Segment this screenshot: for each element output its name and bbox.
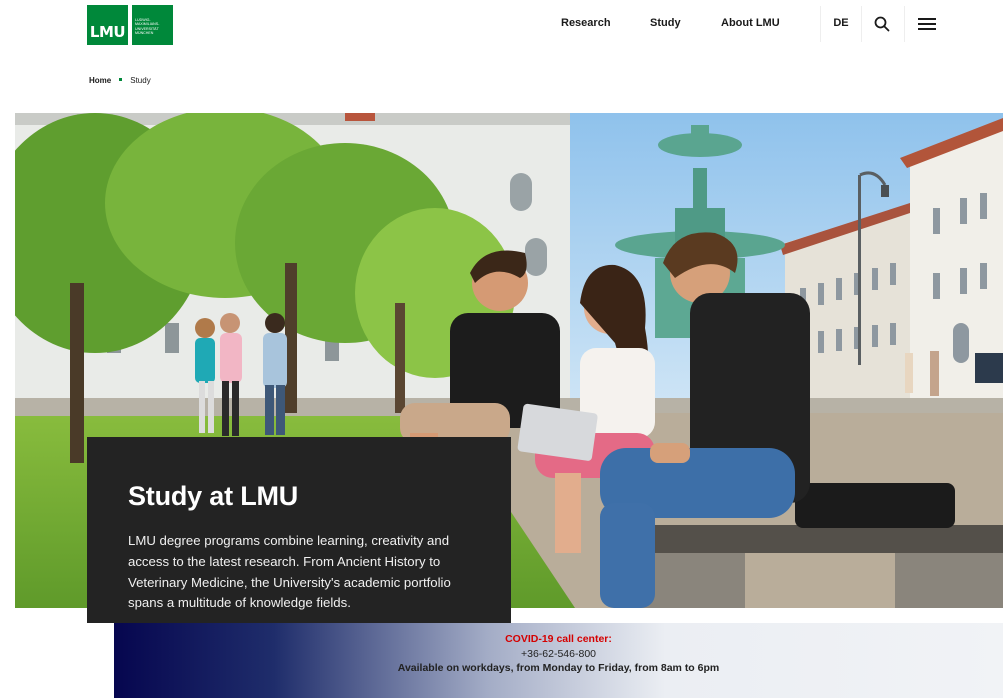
covid-phone[interactable]: +36-62-546-800: [114, 647, 1003, 662]
nav-about-link[interactable]: About LMU: [721, 17, 780, 29]
language-switch[interactable]: DE: [822, 0, 860, 45]
nav-research-link[interactable]: Research: [561, 17, 611, 29]
menu-button[interactable]: [913, 10, 941, 38]
nav-divider: [861, 6, 862, 42]
breadcrumb-current: Study: [130, 76, 151, 85]
search-button[interactable]: [868, 10, 896, 38]
covid-text-block: COVID-19 call center: +36-62-546-800 Ava…: [114, 632, 1003, 676]
breadcrumb: Home Study: [89, 76, 151, 85]
logo-main-block: LMU: [87, 5, 128, 45]
covid-title: COVID-19 call center:: [505, 633, 612, 645]
breadcrumb-home-link[interactable]: Home: [89, 76, 111, 85]
hamburger-menu-icon: [918, 18, 936, 30]
nav-divider: [820, 6, 821, 42]
search-icon: [874, 16, 890, 32]
logo-text: LMU: [89, 23, 126, 41]
covid-hours: Available on workdays, from Monday to Fr…: [397, 662, 720, 674]
covid-banner: COVID-19 call center: +36-62-546-800 Ava…: [114, 623, 1003, 698]
logo-line: München: [135, 30, 154, 35]
hero-card: Study at LMU LMU degree programs combine…: [87, 437, 511, 623]
hero-description: LMU degree programs combine learning, cr…: [128, 533, 451, 611]
hero-title: Study at LMU: [128, 481, 299, 511]
lmu-logo[interactable]: LMU Ludwig- Maximilians- Universität Mün…: [87, 5, 173, 45]
nav-study-link[interactable]: Study: [650, 17, 681, 29]
logo-side-block: Ludwig- Maximilians- Universität München: [132, 5, 173, 45]
breadcrumb-separator: [119, 78, 123, 81]
nav-divider: [904, 6, 905, 42]
